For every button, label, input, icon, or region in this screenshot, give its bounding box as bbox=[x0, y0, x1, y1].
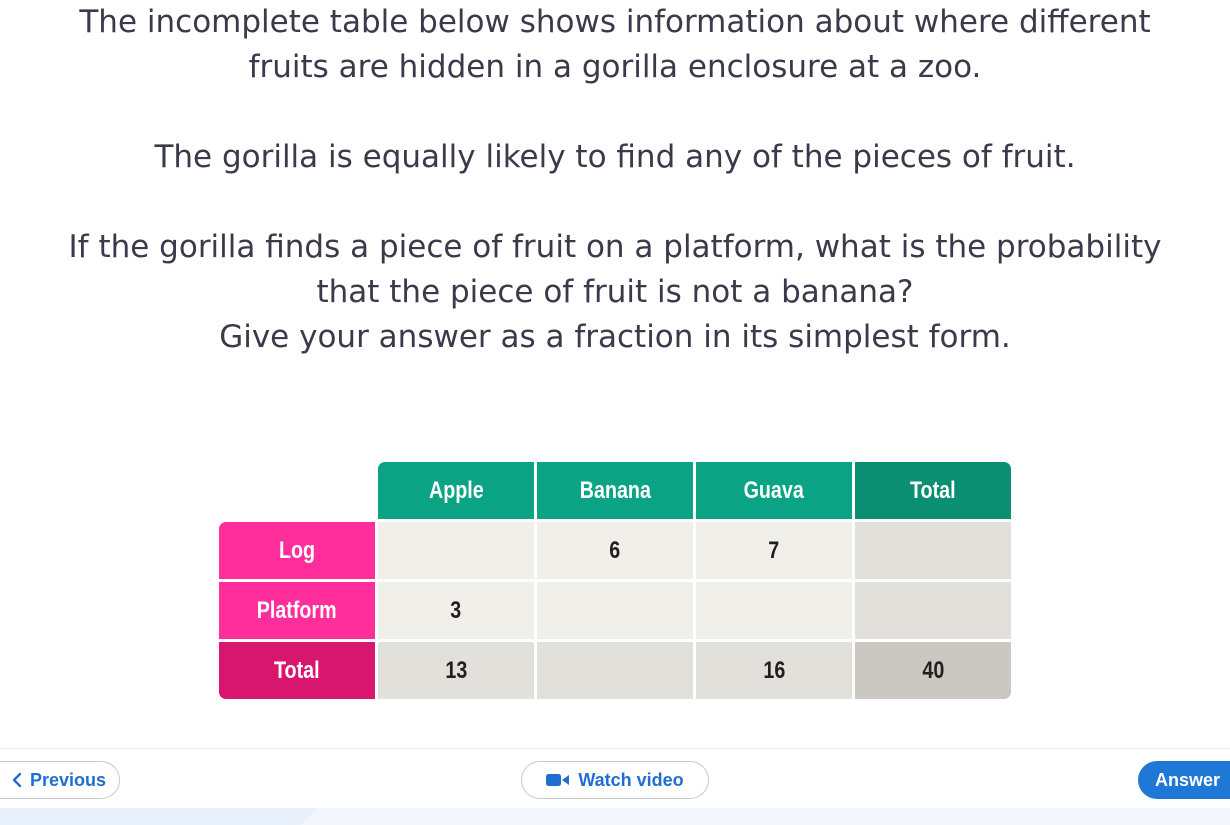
chevron-left-icon bbox=[12, 772, 22, 788]
table-cell: 6 bbox=[537, 522, 693, 579]
table-cell: 16 bbox=[696, 642, 852, 699]
column-header-apple: Apple bbox=[378, 462, 534, 519]
question-line: that the piece of fruit is not a banana? bbox=[316, 274, 914, 310]
table-cell bbox=[378, 522, 534, 579]
watch-video-label: Watch video bbox=[578, 769, 684, 790]
column-header-guava: Guava bbox=[696, 462, 852, 519]
table-cell: 7 bbox=[696, 522, 852, 579]
video-camera-icon bbox=[546, 773, 570, 787]
question-line: If the gorilla finds a piece of fruit on… bbox=[68, 229, 1162, 265]
row-header-log: Log bbox=[219, 522, 375, 579]
table-cell: 3 bbox=[378, 582, 534, 639]
answer-button[interactable]: Answer bbox=[1138, 761, 1230, 799]
bottom-band bbox=[0, 808, 1230, 825]
table-cell bbox=[696, 582, 852, 639]
answer-label: Answer bbox=[1155, 769, 1221, 790]
previous-label: Previous bbox=[29, 769, 107, 790]
table-cell-grand-total: 40 bbox=[855, 642, 1011, 699]
column-header-banana: Banana bbox=[537, 462, 693, 519]
question-line: fruits are hidden in a gorilla enclosure… bbox=[248, 49, 982, 85]
footer-divider bbox=[0, 748, 1230, 749]
table-cell bbox=[537, 582, 693, 639]
row-header-platform: Platform bbox=[219, 582, 375, 639]
row-header-total: Total bbox=[219, 642, 375, 699]
table-cell bbox=[537, 642, 693, 699]
question-text: The incomplete table below shows informa… bbox=[0, 0, 1230, 360]
column-header-total: Total bbox=[855, 462, 1011, 519]
question-line: The gorilla is equally likely to find an… bbox=[154, 139, 1076, 175]
two-way-table: Apple Banana Guava Total Log 6 7 Platfor… bbox=[219, 462, 1011, 699]
table-cell: 13 bbox=[378, 642, 534, 699]
previous-button[interactable]: Previous bbox=[0, 761, 120, 799]
watch-video-button[interactable]: Watch video bbox=[521, 761, 709, 799]
table-cell bbox=[855, 582, 1011, 639]
question-line: Give your answer as a fraction in its si… bbox=[219, 319, 1011, 355]
question-line: The incomplete table below shows informa… bbox=[79, 4, 1151, 40]
table-cell bbox=[855, 522, 1011, 579]
